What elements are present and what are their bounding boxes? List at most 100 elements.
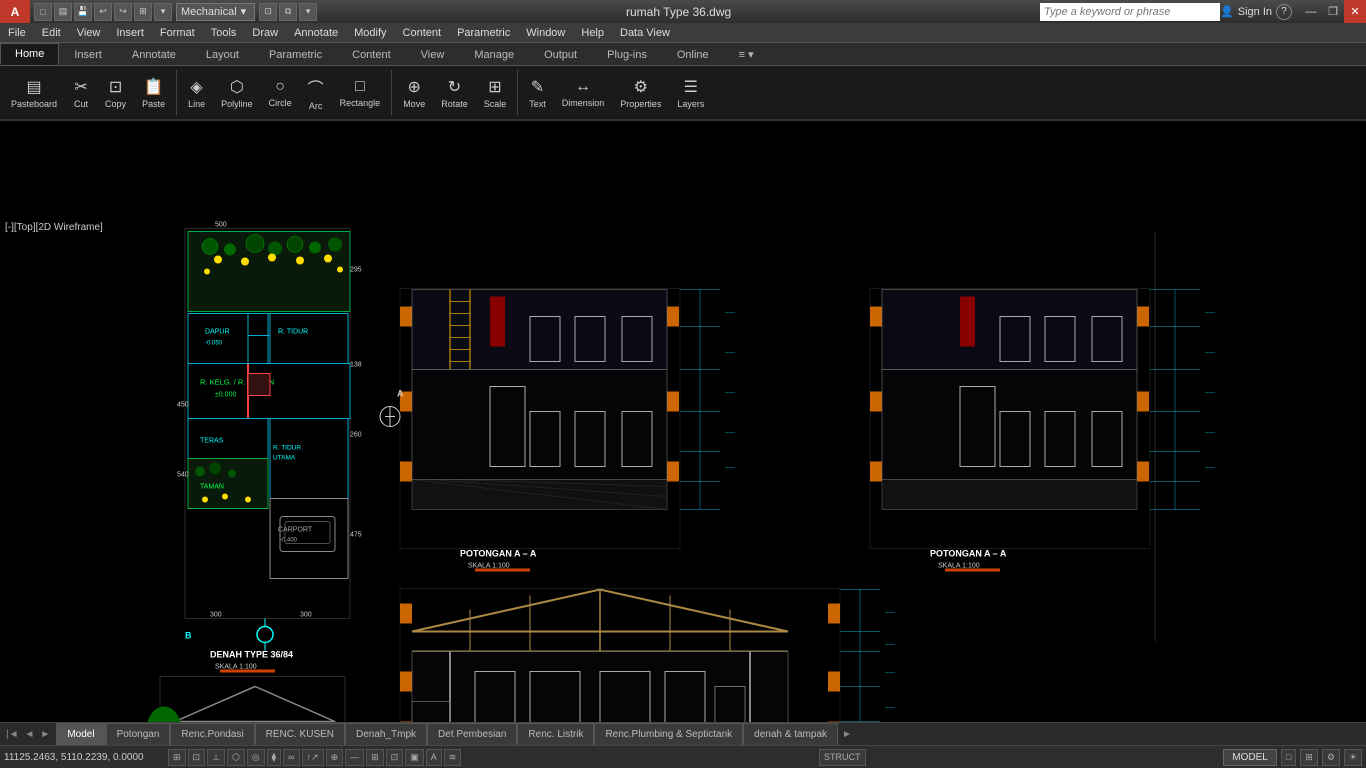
plot-button[interactable]: ⊞ [134, 3, 152, 21]
sel-button[interactable]: ▣ [405, 749, 424, 766]
sheet-tab-renc-kusen[interactable]: RENC. KUSEN [255, 723, 345, 745]
ribbon-btn-circle[interactable]: ○Circle [262, 68, 299, 118]
tool3[interactable]: ▾ [299, 3, 317, 21]
app-icon[interactable]: A [0, 0, 30, 23]
signin-label[interactable]: Sign In [1238, 6, 1272, 18]
sheet-tab-denah-tampak[interactable]: denah & tampak [743, 723, 838, 745]
sheet-tab-renc-listrik[interactable]: Renc. Listrik [517, 723, 594, 745]
model-button[interactable]: MODEL [1223, 749, 1277, 766]
ribbon-btn-pasteboard[interactable]: ▤Pasteboard [4, 68, 64, 118]
ribbon-tab-parametric[interactable]: Parametric [254, 43, 337, 65]
menu-item-data-view[interactable]: Data View [612, 23, 678, 43]
sheet-tab-det-pembesian[interactable]: Det Pembesian [427, 723, 517, 745]
otrack-button[interactable]: ∞ [283, 749, 299, 766]
wsync-button[interactable]: ≋ [444, 749, 462, 766]
sheet-tab-renc-pondasi[interactable]: Renc.Pondasi [170, 723, 254, 745]
ribbon-tab--[interactable]: ≡ ▾ [724, 43, 769, 65]
minimize-button[interactable]: — [1300, 0, 1322, 23]
search-input[interactable] [1040, 3, 1220, 21]
sheet-tab-renc-plumbing-septictank[interactable]: Renc.Plumbing & Septictank [594, 723, 743, 745]
ribbon-btn-rotate[interactable]: ↻Rotate [434, 68, 475, 118]
menu-item-draw[interactable]: Draw [244, 23, 286, 43]
layout-icon1[interactable]: □ [1281, 749, 1296, 766]
ribbon-tab-home[interactable]: Home [0, 43, 59, 65]
lweight-button[interactable]: — [345, 749, 364, 766]
menu-item-view[interactable]: View [69, 23, 109, 43]
maximize-button[interactable]: ❐ [1322, 0, 1344, 23]
tool2[interactable]: ⧉ [279, 3, 297, 21]
osnap-button[interactable]: ◎ [247, 749, 265, 766]
redo-button[interactable]: ↪ [114, 3, 132, 21]
drawing-canvas[interactable]: DAPUR -0.050 R. TIDUR R. KELG. / R. MAKA… [0, 121, 1366, 722]
menu-item-parametric[interactable]: Parametric [449, 23, 518, 43]
close-button[interactable]: ✕ [1344, 0, 1366, 23]
ribbon-tab-manage[interactable]: Manage [459, 43, 529, 65]
menu-item-modify[interactable]: Modify [346, 23, 394, 43]
ribbon-btn-copy[interactable]: ⊡Copy [98, 68, 133, 118]
sheet-tab-model[interactable]: Model [56, 723, 105, 745]
ducs-button[interactable]: ↑↗ [302, 749, 324, 766]
new-button[interactable]: □ [34, 3, 52, 21]
ribbon-btn-layers[interactable]: ☰Layers [670, 68, 711, 118]
menu-item-content[interactable]: Content [395, 23, 450, 43]
menu-item-format[interactable]: Format [152, 23, 203, 43]
svg-text:300: 300 [210, 612, 222, 619]
more-button[interactable]: ▾ [154, 3, 172, 21]
ribbon-tab-insert[interactable]: Insert [59, 43, 117, 65]
open-button[interactable]: ▤ [54, 3, 72, 21]
menu-item-annotate[interactable]: Annotate [286, 23, 346, 43]
menu-item-help[interactable]: Help [573, 23, 612, 43]
menu-item-window[interactable]: Window [518, 23, 573, 43]
undo-button[interactable]: ↩ [94, 3, 112, 21]
dyn-button[interactable]: ⊕ [326, 749, 344, 766]
coordinates-display: 11125.2463, 5110.2239, 0.0000 [4, 752, 164, 763]
tool1[interactable]: ⊡ [259, 3, 277, 21]
ribbon-btn-label: Scale [484, 99, 507, 109]
layout-icon2[interactable]: ⊞ [1300, 749, 1318, 766]
snap-button[interactable]: ⊞ [168, 749, 186, 766]
polar-button[interactable]: ⬡ [227, 749, 245, 766]
help-icon[interactable]: ? [1276, 4, 1292, 20]
menu-item-edit[interactable]: Edit [34, 23, 69, 43]
ribbon-tab-output[interactable]: Output [529, 43, 592, 65]
tab-first-arrow[interactable]: |◄ [4, 729, 21, 740]
svg-text:___: ___ [724, 388, 736, 394]
ribbon-btn-properties[interactable]: ⚙Properties [613, 68, 668, 118]
ribbon-btn-rectangle[interactable]: □Rectangle [333, 68, 388, 118]
3dosnap-button[interactable]: ⧫ [267, 749, 281, 766]
menu-item-tools[interactable]: Tools [203, 23, 245, 43]
ribbon-btn-text[interactable]: ✎Text [522, 68, 553, 118]
menu-item-file[interactable]: File [0, 23, 34, 43]
tspace-button[interactable]: ⊞ [366, 749, 384, 766]
sheet-tab-denah_tmpk[interactable]: Denah_Tmpk [345, 723, 427, 745]
ribbon-tab-layout[interactable]: Layout [191, 43, 254, 65]
ribbon-btn-polyline[interactable]: ⬡Polyline [214, 68, 260, 118]
workspace-selector[interactable]: Mechanical ▾ [176, 3, 255, 21]
grid-button[interactable]: ⊡ [188, 749, 206, 766]
anno-button[interactable]: A [426, 749, 442, 766]
ortho-button[interactable]: ⊥ [207, 749, 225, 766]
ribbon-tab-content[interactable]: Content [337, 43, 406, 65]
ribbon-btn-paste[interactable]: 📋Paste [135, 68, 172, 118]
ribbon-tab-annotate[interactable]: Annotate [117, 43, 191, 65]
light-icon[interactable]: ☀ [1344, 749, 1362, 766]
svg-text:TERAS: TERAS [200, 438, 224, 445]
qp-button[interactable]: ⊡ [386, 749, 404, 766]
ribbon-btn-arc[interactable]: ⌒Arc [301, 68, 331, 118]
tabs-scroll-right[interactable]: ► [842, 729, 852, 740]
tab-prev-arrow[interactable]: ◄ [23, 729, 37, 740]
ribbon-btn-move[interactable]: ⊕Move [396, 68, 432, 118]
ribbon-btn-cut[interactable]: ✂Cut [66, 68, 96, 118]
save-button[interactable]: 💾 [74, 3, 92, 21]
sheet-tab-potongan[interactable]: Potongan [106, 723, 171, 745]
ribbon-btn-scale[interactable]: ⊞Scale [477, 68, 514, 118]
ribbon-tab-view[interactable]: View [406, 43, 460, 65]
menu-item-insert[interactable]: Insert [108, 23, 152, 43]
struct-button[interactable]: STRUCT [819, 749, 866, 766]
ribbon-btn-line[interactable]: ◈Line [181, 68, 212, 118]
ribbon-tab-online[interactable]: Online [662, 43, 724, 65]
ribbon-btn-dimension[interactable]: ↔Dimension [555, 68, 612, 118]
settings-icon[interactable]: ⚙ [1322, 749, 1340, 766]
tab-next-arrow[interactable]: ► [38, 729, 52, 740]
ribbon-tab-plug-ins[interactable]: Plug-ins [592, 43, 662, 65]
